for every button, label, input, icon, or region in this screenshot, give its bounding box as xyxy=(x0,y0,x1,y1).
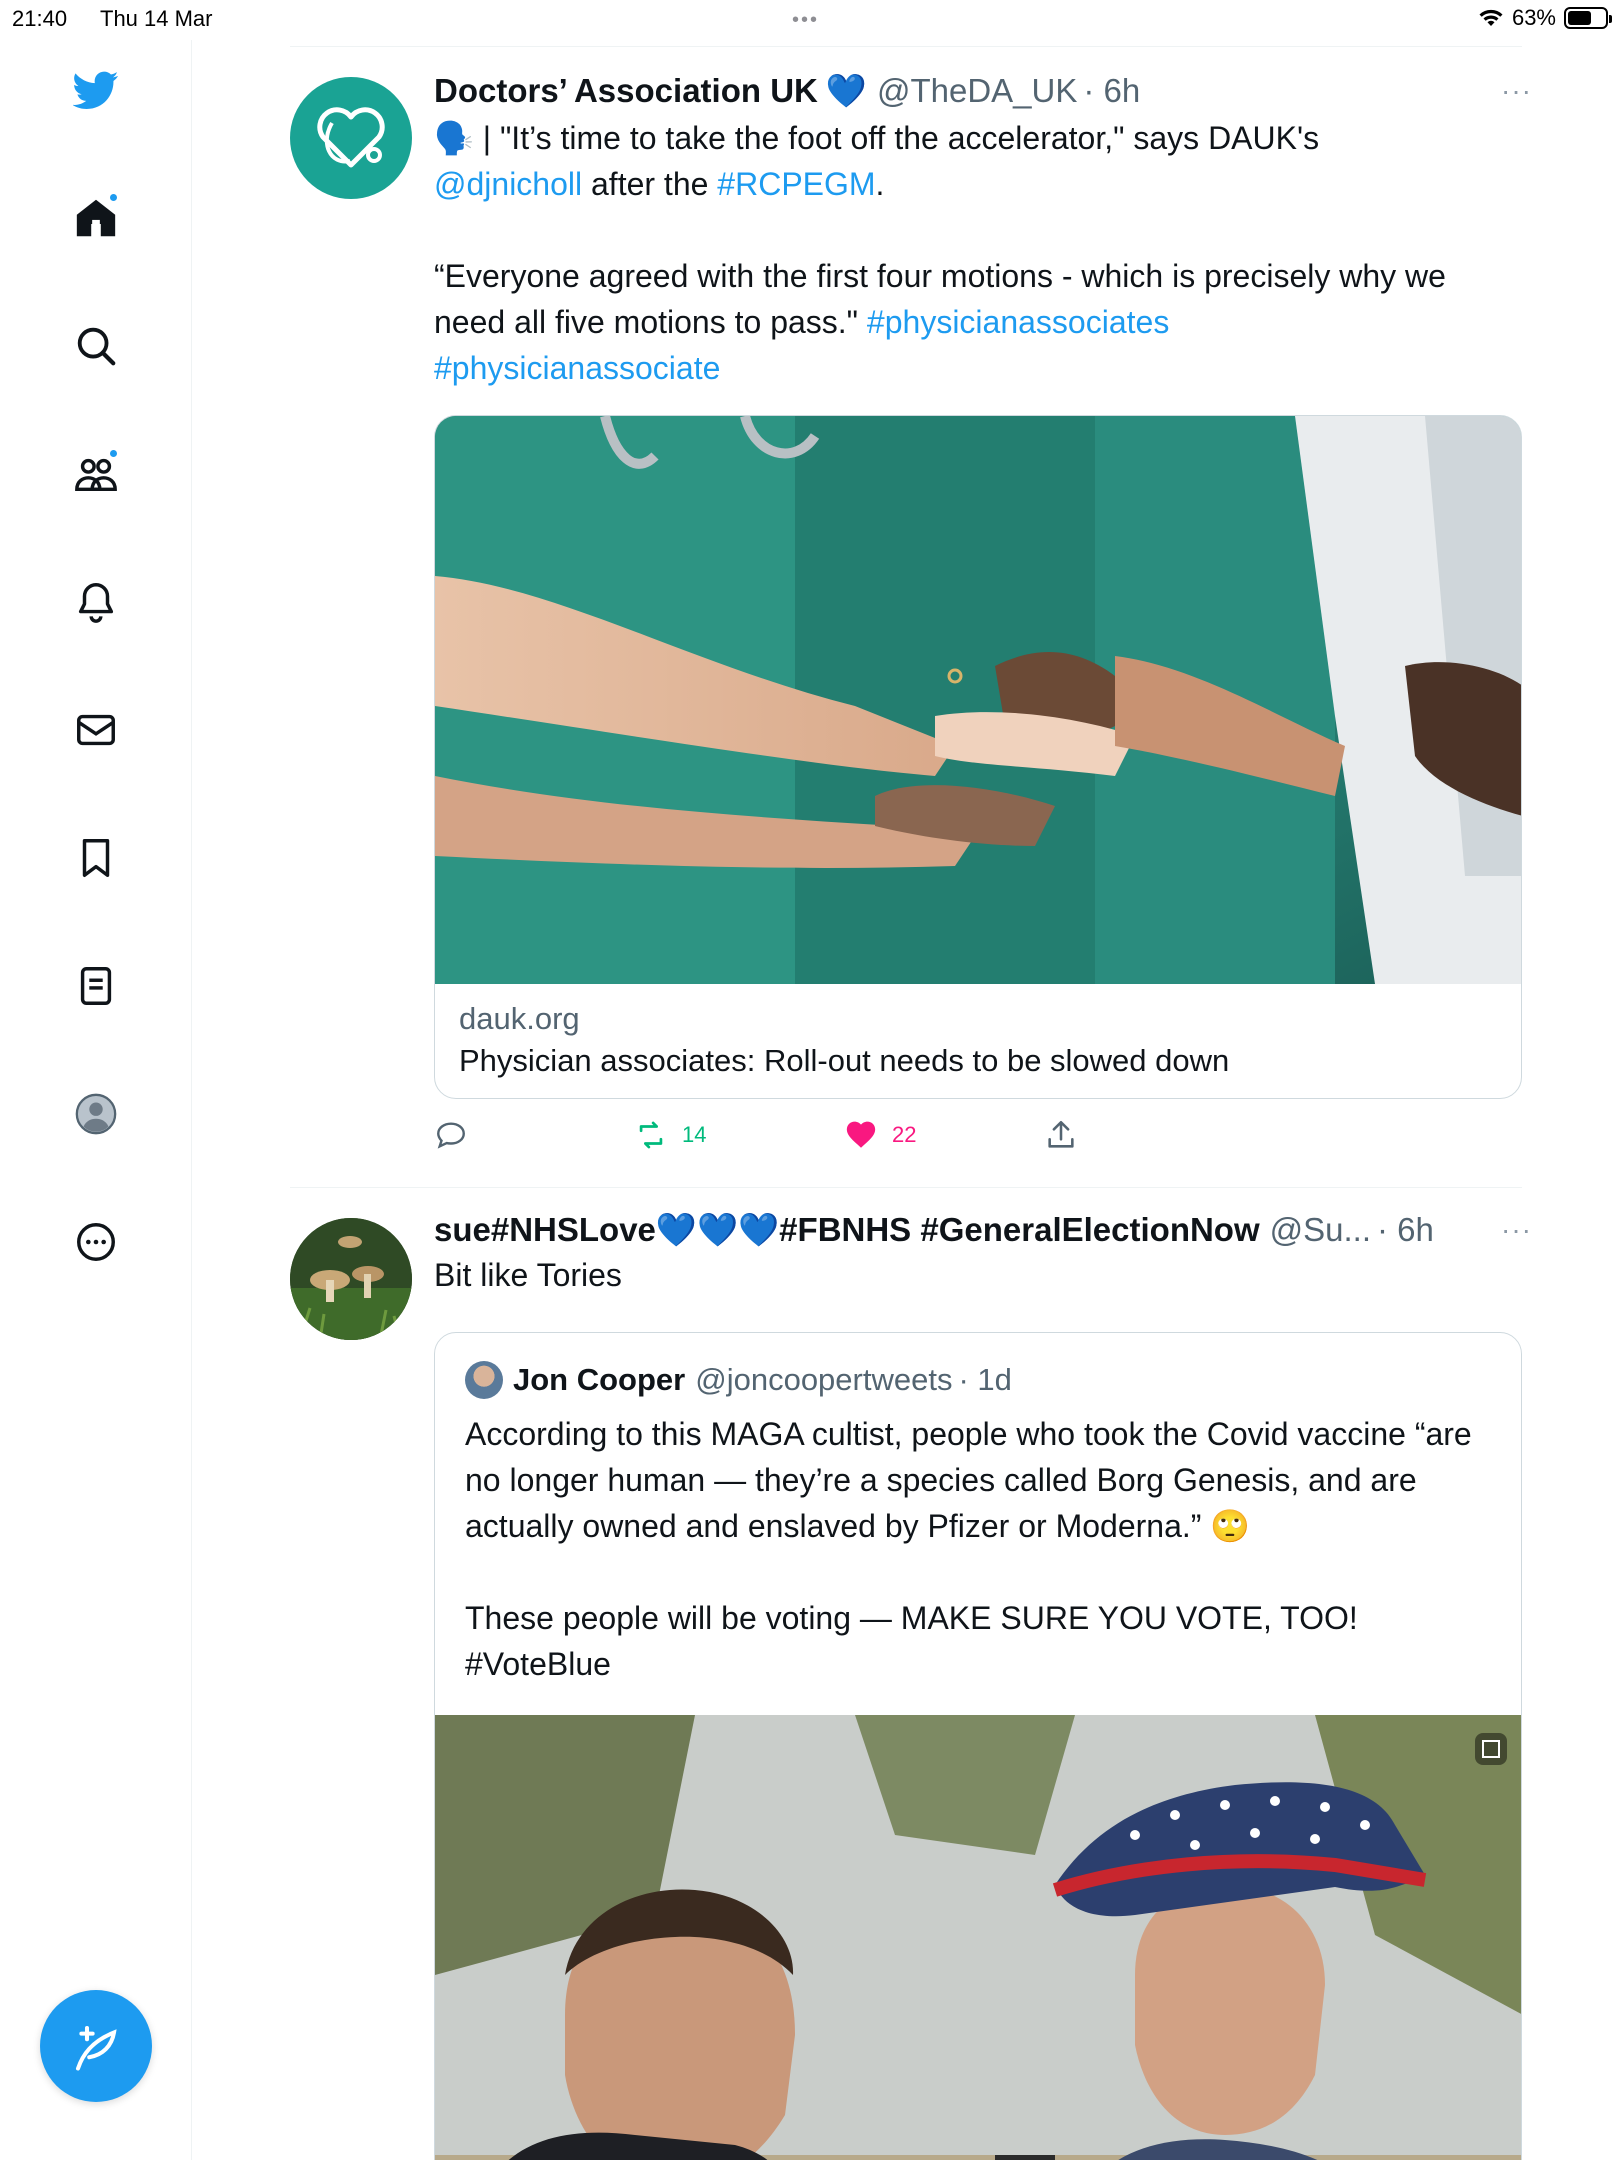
speaking-head-emoji-icon: 🗣️ xyxy=(434,120,474,156)
tweet-actions: 14 22 xyxy=(434,1115,1522,1155)
reply-button[interactable] xyxy=(434,1118,634,1152)
hashtag-link[interactable]: #RCPEGM xyxy=(717,166,875,202)
quoted-tweet-header: Jon Cooper @joncoopertweets · 1d xyxy=(465,1361,1491,1399)
tweet-time[interactable]: · 6h xyxy=(1377,1208,1434,1252)
reply-icon xyxy=(437,1122,465,1149)
quoted-tweet-content: Jon Cooper @joncoopertweets · 1d Accordi… xyxy=(435,1333,1521,1687)
quoted-tweet-time[interactable]: · 1d xyxy=(958,1362,1011,1398)
home-notification-dot xyxy=(108,192,119,203)
status-time: 21:40 xyxy=(12,6,68,31)
lists-icon[interactable] xyxy=(68,958,124,1014)
sue-avatar[interactable] xyxy=(290,1218,412,1340)
heart-filled-icon xyxy=(846,1121,876,1148)
hashtag-link[interactable]: #physicianassociate xyxy=(434,350,720,386)
quoted-text-part: According to this MAGA cultist, people w… xyxy=(465,1416,1481,1544)
author-handle[interactable]: @Su... xyxy=(1270,1208,1371,1252)
messages-envelope-icon[interactable] xyxy=(68,702,124,758)
quoted-author-name[interactable]: Jon Cooper xyxy=(513,1362,685,1398)
retweet-count: 14 xyxy=(682,1122,707,1147)
tweet-text: Bit like Tories xyxy=(434,1257,622,1293)
mention-link[interactable]: @djnicholl xyxy=(434,166,582,202)
quoted-hashtag: #VoteBlue xyxy=(465,1646,611,1682)
tweet[interactable]: sue#NHSLove💙💙💙#FBNHS #GeneralElectionNow… xyxy=(290,1188,1531,2160)
stethoscope-heart-logo-icon xyxy=(317,107,385,168)
wifi-icon xyxy=(1479,9,1503,26)
timeline: Doctors’ Association UK 💙 @TheDA_UK · 6h… xyxy=(290,46,1531,2160)
hashtag-link[interactable]: #physicianassociates xyxy=(867,304,1169,340)
quoted-author-handle[interactable]: @joncoopertweets xyxy=(695,1362,952,1398)
tweet-body: Doctors’ Association UK 💙 @TheDA_UK · 6h… xyxy=(434,69,1531,1155)
card-image-hands-in-scrubs[interactable] xyxy=(435,416,1521,984)
status-right: 63% xyxy=(1478,5,1612,31)
tweet-time[interactable]: · 6h xyxy=(1083,69,1140,113)
like-button[interactable]: 22 xyxy=(844,1118,1044,1152)
communities-notification-dot xyxy=(108,448,119,459)
tweet-text-part: . xyxy=(875,166,885,202)
multitasking-dots[interactable]: ••• xyxy=(792,9,819,32)
share-upload-icon xyxy=(1048,1120,1074,1148)
quoted-tweet[interactable]: Jon Cooper @joncoopertweets · 1d Accordi… xyxy=(434,1332,1522,2160)
tweet-text-part: after the xyxy=(582,166,718,202)
notifications-bell-icon[interactable] xyxy=(68,574,124,630)
quoted-text-part: These people will be voting — MAKE SURE … xyxy=(465,1600,1358,1636)
card-meta: dauk.org Physician associates: Roll-out … xyxy=(435,984,1521,1098)
author-name[interactable]: sue#NHSLove💙💙💙#FBNHS #GeneralElectionNow xyxy=(434,1208,1260,1252)
quoted-tweet-image[interactable] xyxy=(435,1715,1521,2160)
compose-tweet-button[interactable] xyxy=(40,1990,152,2102)
share-button[interactable] xyxy=(1044,1118,1078,1152)
more-circle-icon[interactable] xyxy=(68,1214,124,1270)
tweet-body: sue#NHSLove💙💙💙#FBNHS #GeneralElectionNow… xyxy=(434,1208,1531,2160)
retweet-icon xyxy=(639,1121,663,1149)
search-icon[interactable] xyxy=(68,318,124,374)
card-title: Physician associates: Roll-out needs to … xyxy=(459,1043,1230,1078)
battery-percent: 63% xyxy=(1511,5,1556,30)
dauk-avatar[interactable] xyxy=(290,77,412,199)
status-date: Thu 14 Mar xyxy=(100,6,213,31)
retweet-button[interactable]: 14 xyxy=(634,1118,844,1152)
tweet-more-icon[interactable]: ··· xyxy=(1501,1214,1532,1246)
author-name[interactable]: Doctors’ Association UK xyxy=(434,69,818,113)
twitter-logo-icon[interactable] xyxy=(68,62,124,118)
battery-icon xyxy=(1564,7,1612,29)
like-count: 22 xyxy=(892,1122,917,1147)
status-bar: 21:40 Thu 14 Mar ••• 63% xyxy=(0,0,1620,40)
communities-icon[interactable] xyxy=(68,446,124,502)
jon-cooper-avatar[interactable] xyxy=(465,1361,503,1399)
bookmark-icon[interactable] xyxy=(68,830,124,886)
tweet-text: 🗣️ | "It’s time to take the foot off the… xyxy=(434,115,1522,391)
compose-feather-icon xyxy=(75,2025,117,2071)
author-handle[interactable]: @TheDA_UK xyxy=(877,69,1077,113)
tweet-header: Doctors’ Association UK 💙 @TheDA_UK · 6h xyxy=(434,69,1522,113)
tweet-more-icon[interactable]: ··· xyxy=(1501,75,1532,107)
sidebar-nav xyxy=(0,40,192,2160)
link-card[interactable]: dauk.org Physician associates: Roll-out … xyxy=(434,415,1522,1099)
card-domain: dauk.org xyxy=(459,1001,580,1036)
profile-avatar-icon[interactable] xyxy=(68,1086,124,1142)
quoted-tweet-text: According to this MAGA cultist, people w… xyxy=(465,1411,1491,1687)
media-alt-icon[interactable] xyxy=(1475,1733,1507,1765)
tweet-header: sue#NHSLove💙💙💙#FBNHS #GeneralElectionNow… xyxy=(434,1208,1522,1252)
tweet-text-part: | "It’s time to take the foot off the ac… xyxy=(473,120,1320,156)
tweet[interactable]: Doctors’ Association UK 💙 @TheDA_UK · 6h… xyxy=(290,47,1531,1187)
home-icon[interactable] xyxy=(68,190,124,246)
heart-emoji-icon: 💙 xyxy=(825,72,867,109)
